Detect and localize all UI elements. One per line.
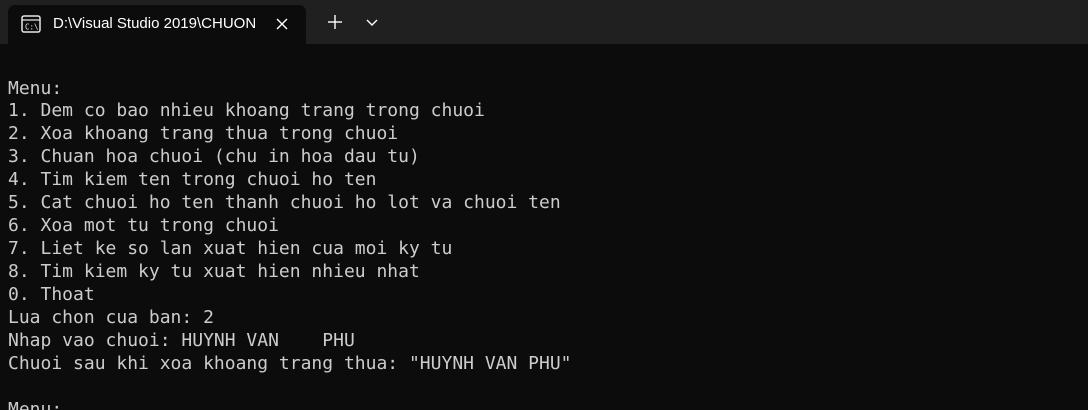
console-line: 1. Dem co bao nhieu khoang trang trong c…: [8, 100, 485, 121]
close-icon[interactable]: [274, 16, 290, 32]
console-line: 4. Tim kiem ten trong chuoi ho ten: [8, 169, 377, 190]
console-line: 3. Chuan hoa chuoi (chu in hoa dau tu): [8, 146, 420, 167]
console-line: 0. Thoat: [8, 284, 95, 305]
terminal-icon: C:\: [21, 15, 41, 33]
tab-title: D:\Visual Studio 2019\CHUON: [53, 15, 257, 32]
console-line: Chuoi sau khi xoa khoang trang thua: "HU…: [8, 353, 572, 374]
tab-active[interactable]: C:\ D:\Visual Studio 2019\CHUON: [8, 5, 306, 44]
title-bar: C:\ D:\Visual Studio 2019\CHUON: [0, 0, 1088, 44]
svg-text:C:\: C:\: [25, 23, 39, 32]
console-line: 6. Xoa mot tu trong chuoi: [8, 215, 279, 236]
console-line: 2. Xoa khoang trang thua trong chuoi: [8, 123, 399, 144]
new-tab-plus-icon[interactable]: [325, 12, 345, 32]
console-line: 5. Cat chuoi ho ten thanh chuoi ho lot v…: [8, 192, 561, 213]
console-line: 8. Tim kiem ky tu xuat hien nhieu nhat: [8, 261, 420, 282]
console-line: Menu:: [8, 399, 63, 410]
terminal-window: C:\ D:\Visual Studio 2019\CHUON Menu: 1.…: [0, 0, 1088, 410]
console-line: Lua chon cua ban: 2: [8, 307, 214, 328]
console-output[interactable]: Menu: 1. Dem co bao nhieu khoang trang t…: [0, 44, 1088, 410]
console-line: 7. Liet ke so lan xuat hien cua moi ky t…: [8, 238, 453, 259]
chevron-down-icon[interactable]: [362, 12, 382, 32]
console-line: Menu:: [8, 78, 63, 99]
console-line: Nhap vao chuoi: HUYNH VAN PHU: [8, 330, 355, 351]
